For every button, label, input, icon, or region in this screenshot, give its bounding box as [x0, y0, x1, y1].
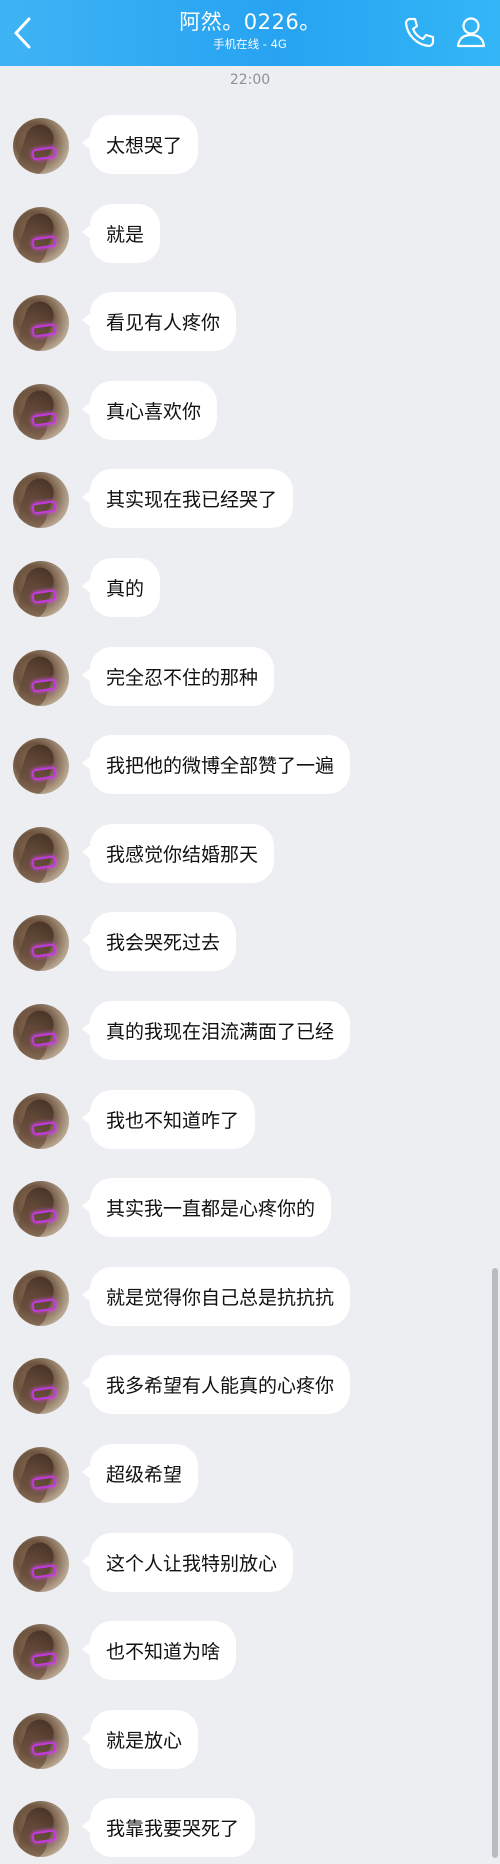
avatar[interactable]: [13, 295, 69, 351]
avatar[interactable]: [13, 1004, 69, 1060]
message-bubble[interactable]: 也不知道为啥: [81, 1621, 237, 1680]
message-row: 我把他的微博全部赞了一遍: [0, 735, 480, 801]
message-bubble[interactable]: 看见有人疼你: [81, 292, 237, 351]
message-bubble[interactable]: 太想哭了: [81, 115, 199, 174]
message-row: 就是: [0, 204, 480, 270]
avatar[interactable]: [13, 472, 69, 528]
avatar[interactable]: [13, 738, 69, 794]
message-bubble[interactable]: 其实现在我已经哭了: [81, 469, 294, 528]
avatar[interactable]: [13, 1801, 69, 1857]
message-bubble[interactable]: 这个人让我特别放心: [81, 1533, 294, 1592]
avatar[interactable]: [13, 1358, 69, 1414]
message-row: 我靠我要哭死了: [0, 1798, 480, 1864]
avatar[interactable]: [13, 1624, 69, 1680]
message-row: 超级希望: [0, 1444, 480, 1510]
chat-header: 阿然。0226。 手机在线 - 4G: [0, 0, 500, 66]
message-row: 完全忍不住的那种: [0, 647, 480, 713]
avatar[interactable]: [13, 1447, 69, 1503]
message-row: 其实现在我已经哭了: [0, 469, 480, 535]
message-row: 我也不知道咋了: [0, 1090, 480, 1156]
avatar[interactable]: [13, 384, 69, 440]
avatar[interactable]: [13, 1536, 69, 1592]
scrollbar[interactable]: [492, 1268, 498, 1858]
message-bubble[interactable]: 我靠我要哭死了: [81, 1798, 256, 1857]
message-bubble[interactable]: 就是: [81, 204, 161, 263]
message-bubble[interactable]: 就是觉得你自己总是抗抗抗: [81, 1267, 351, 1326]
message-bubble[interactable]: 我把他的微博全部赞了一遍: [81, 735, 351, 794]
avatar[interactable]: [13, 1713, 69, 1769]
message-bubble[interactable]: 我也不知道咋了: [81, 1090, 256, 1149]
message-row: 其实我一直都是心疼你的: [0, 1178, 480, 1244]
call-button[interactable]: [400, 12, 438, 52]
message-bubble[interactable]: 真心喜欢你: [81, 381, 218, 440]
avatar[interactable]: [13, 207, 69, 263]
message-row: 就是放心: [0, 1710, 480, 1776]
avatar[interactable]: [13, 827, 69, 883]
avatar[interactable]: [13, 915, 69, 971]
message-timestamp: 22:00: [229, 72, 271, 88]
avatar[interactable]: [13, 118, 69, 174]
message-row: 我会哭死过去: [0, 912, 480, 978]
avatar[interactable]: [13, 1270, 69, 1326]
message-bubble[interactable]: 其实我一直都是心疼你的: [81, 1178, 332, 1237]
message-bubble[interactable]: 真的我现在泪流满面了已经: [81, 1001, 351, 1060]
avatar[interactable]: [13, 1093, 69, 1149]
message-bubble[interactable]: 就是放心: [81, 1710, 199, 1769]
message-bubble[interactable]: 我会哭死过去: [81, 912, 237, 971]
message-row: 也不知道为啥: [0, 1621, 480, 1687]
message-bubble[interactable]: 我感觉你结婚那天: [81, 824, 275, 883]
avatar[interactable]: [13, 650, 69, 706]
message-bubble[interactable]: 真的: [81, 558, 161, 617]
message-bubble[interactable]: 超级希望: [81, 1444, 199, 1503]
profile-button[interactable]: [452, 12, 490, 52]
message-row: 我多希望有人能真的心疼你: [0, 1355, 480, 1421]
message-row: 我感觉你结婚那天: [0, 824, 480, 890]
message-row: 这个人让我特别放心: [0, 1533, 480, 1599]
phone-icon: [404, 17, 435, 48]
message-row: 看见有人疼你: [0, 292, 480, 358]
person-icon: [456, 17, 486, 48]
message-bubble[interactable]: 完全忍不住的那种: [81, 647, 275, 706]
message-row: 真的: [0, 558, 480, 624]
avatar[interactable]: [13, 561, 69, 617]
message-row: 就是觉得你自己总是抗抗抗: [0, 1267, 480, 1333]
message-bubble[interactable]: 我多希望有人能真的心疼你: [81, 1355, 351, 1414]
avatar[interactable]: [13, 1181, 69, 1237]
message-row: 太想哭了: [0, 115, 480, 181]
message-row: 真心喜欢你: [0, 381, 480, 447]
message-row: 真的我现在泪流满面了已经: [0, 1001, 480, 1067]
